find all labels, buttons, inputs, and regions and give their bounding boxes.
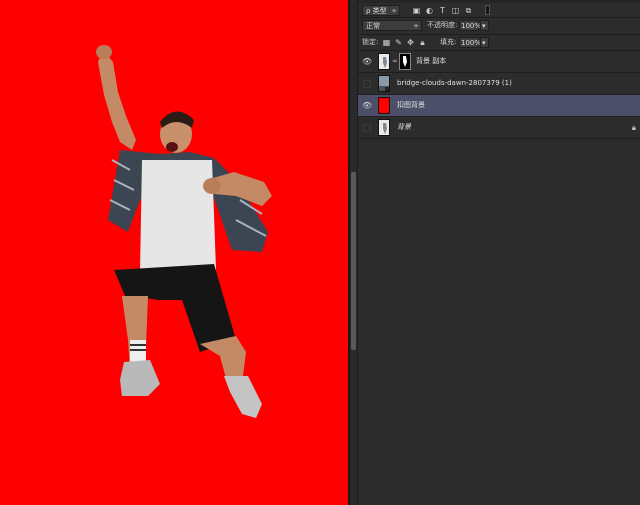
smart-object-filter-icon[interactable]: ⧉	[464, 6, 473, 15]
document-canvas[interactable]	[0, 0, 348, 505]
fill-input[interactable]: 100%	[459, 37, 482, 48]
layer-thumbnail	[378, 119, 390, 136]
layer-row-cutout-background[interactable]: 👁︎ 扣图背景	[358, 95, 640, 117]
eye-icon[interactable]: 👁︎	[362, 101, 372, 111]
lock-all-icon[interactable]: 🔒︎	[418, 38, 427, 47]
adjustment-filter-icon[interactable]: ◐	[425, 6, 434, 15]
lock-position-icon[interactable]: ✥	[406, 38, 415, 47]
layer-row-bridge-clouds[interactable]: bridge-clouds-dawn-2807379 (1)	[358, 73, 640, 95]
layer-thumbnail	[378, 75, 390, 92]
layer-name[interactable]: bridge-clouds-dawn-2807379 (1)	[397, 78, 512, 89]
blend-row: 正常 ÷ 不透明度: 100% ▾	[358, 19, 640, 32]
lock-label: 锁定:	[362, 38, 379, 46]
fill-dropdown[interactable]: ▾	[480, 37, 489, 48]
panel-tab-strip	[358, 0, 640, 3]
lock-image-pixels-icon[interactable]: ✎	[394, 38, 403, 47]
visibility-toggle-empty[interactable]	[363, 124, 371, 132]
opacity-label: 不透明度:	[427, 21, 458, 29]
divider	[358, 17, 640, 18]
filter-kind-select[interactable]: ρ 类型 ÷	[362, 5, 400, 16]
opacity-input[interactable]: 100%	[459, 20, 482, 31]
type-filter-icon[interactable]: T	[438, 6, 447, 15]
chevron-down-icon: ▾	[482, 22, 486, 30]
layer-name[interactable]: 扣图背景	[397, 100, 425, 111]
eye-icon[interactable]: 👁︎	[362, 57, 372, 67]
filter-toggle-icon[interactable]	[485, 5, 490, 15]
chevron-down-icon: ▾	[482, 39, 486, 47]
blend-mode-select[interactable]: 正常 ÷	[362, 20, 422, 31]
divider	[358, 34, 640, 35]
opacity-dropdown[interactable]: ▾	[480, 20, 489, 31]
blend-mode-value: 正常	[366, 22, 380, 30]
opacity-value: 100%	[461, 22, 482, 30]
lock-transparent-pixels-icon[interactable]: ▦	[382, 38, 391, 47]
fill-label: 填充:	[440, 38, 457, 46]
layer-name[interactable]: 背景 副本	[416, 56, 446, 67]
lock-row: 锁定: ▦ ✎ ✥ 🔒︎ 填充: 100% ▾	[358, 36, 640, 49]
visibility-toggle-empty[interactable]	[363, 80, 371, 88]
layer-mask-thumbnail[interactable]	[399, 53, 411, 70]
lock-icon: 🔒︎	[631, 123, 636, 132]
jumping-man-image	[96, 45, 272, 418]
layer-filter-row: ρ 类型 ÷ ▣ ◐ T ◫ ⧉	[358, 4, 640, 17]
chevron-down-icon: ÷	[413, 22, 419, 30]
layers-panel: ρ 类型 ÷ ▣ ◐ T ◫ ⧉ 正常 ÷ 不透明度: 100% ▾ 锁定: ▦…	[358, 0, 640, 505]
canvas-vertical-scrollbar[interactable]	[350, 0, 358, 505]
layer-row-background-copy[interactable]: 👁︎ ∞ 背景 副本	[358, 51, 640, 73]
filter-kind-label: ρ 类型	[366, 7, 387, 15]
fill-value: 100%	[461, 39, 482, 47]
chevron-down-icon: ÷	[391, 7, 397, 15]
layer-thumbnail	[378, 97, 390, 114]
chain-link-icon[interactable]: ∞	[392, 57, 398, 65]
layer-row-background[interactable]: 背景 🔒︎	[358, 117, 640, 139]
layer-thumbnail	[378, 53, 390, 70]
image-filter-icon[interactable]: ▣	[412, 6, 421, 15]
scrollbar-thumb[interactable]	[351, 172, 356, 350]
shape-filter-icon[interactable]: ◫	[451, 6, 460, 15]
layer-name[interactable]: 背景	[397, 122, 411, 133]
